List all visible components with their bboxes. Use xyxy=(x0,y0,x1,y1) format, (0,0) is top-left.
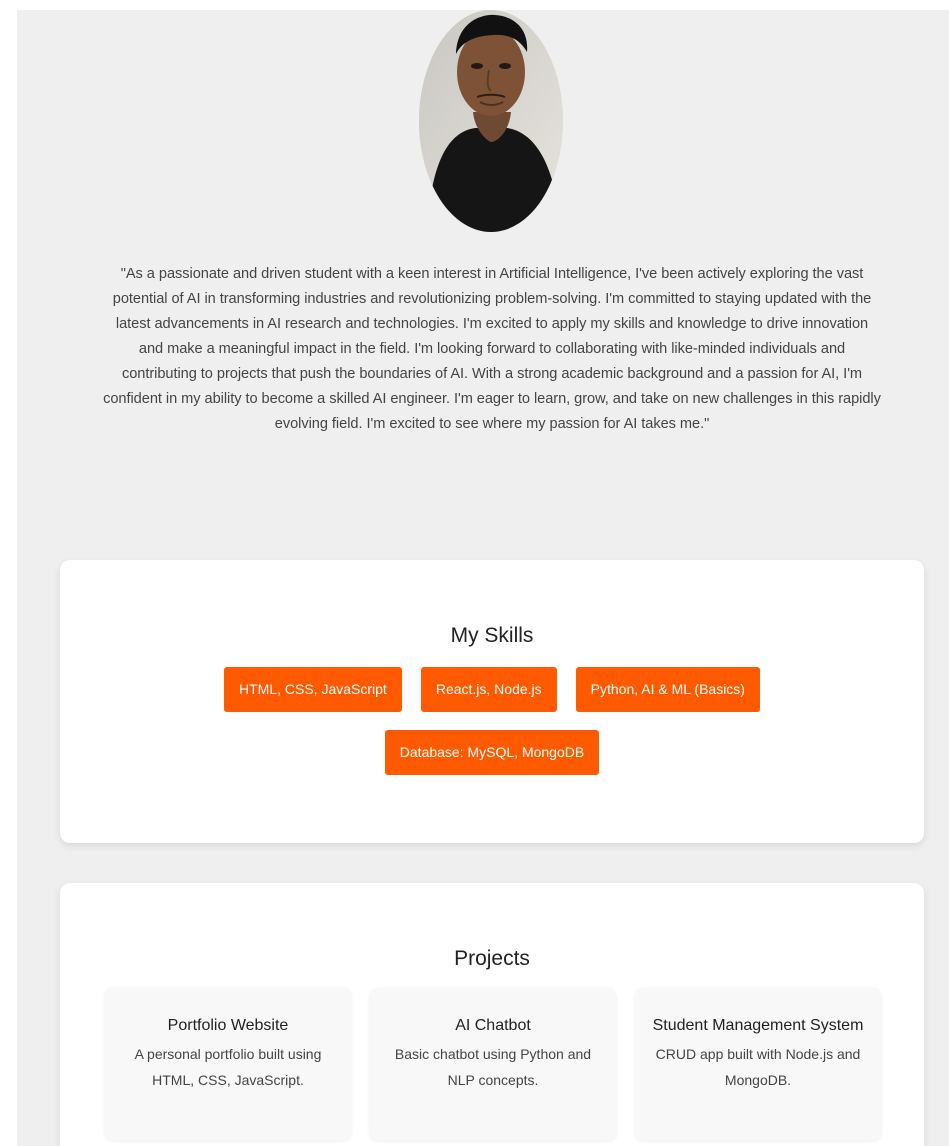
skill-tag-react-node: React.js, Node.js xyxy=(420,667,557,712)
skill-tag-frontend: HTML, CSS, JavaScript xyxy=(224,667,402,712)
profile-photo xyxy=(419,10,563,232)
project-description: CRUD app built with Node.js and MongoDB. xyxy=(655,1046,861,1088)
skill-tag-python-ai-ml: Python, AI & ML (Basics) xyxy=(575,667,760,712)
portfolio-page: "As a passionate and driven student with… xyxy=(17,10,949,1146)
project-description: Basic chatbot using Python and NLP conce… xyxy=(394,1046,592,1088)
project-card-ai-chatbot: AI Chatbot Basic chatbot using Python an… xyxy=(370,988,616,1140)
skill-tag-database: Database: MySQL, MongoDB xyxy=(384,730,600,775)
skills-section: My Skills HTML, CSS, JavaScript React.js… xyxy=(60,560,924,843)
project-title: Portfolio Website xyxy=(167,1017,289,1034)
projects-section: Projects Portfolio Website A personal po… xyxy=(60,883,924,1146)
project-card-student-management-system: Student Management System CRUD app built… xyxy=(635,988,881,1140)
project-card-portfolio-website: Portfolio Website A personal portfolio b… xyxy=(105,988,351,1140)
skills-row: Database: MySQL, MongoDB xyxy=(60,730,924,775)
projects-title: Projects xyxy=(454,947,530,970)
skills-title: My Skills xyxy=(450,624,534,647)
project-description: A personal portfolio built using HTML, C… xyxy=(134,1046,322,1088)
project-title: AI Chatbot xyxy=(455,1017,531,1034)
skills-row: HTML, CSS, JavaScript React.js, Node.js … xyxy=(60,667,924,712)
projects-grid: Portfolio Website A personal portfolio b… xyxy=(105,988,881,1140)
about-text: "As a passionate and driven student with… xyxy=(103,266,881,432)
project-title: Student Management System xyxy=(652,1017,864,1034)
